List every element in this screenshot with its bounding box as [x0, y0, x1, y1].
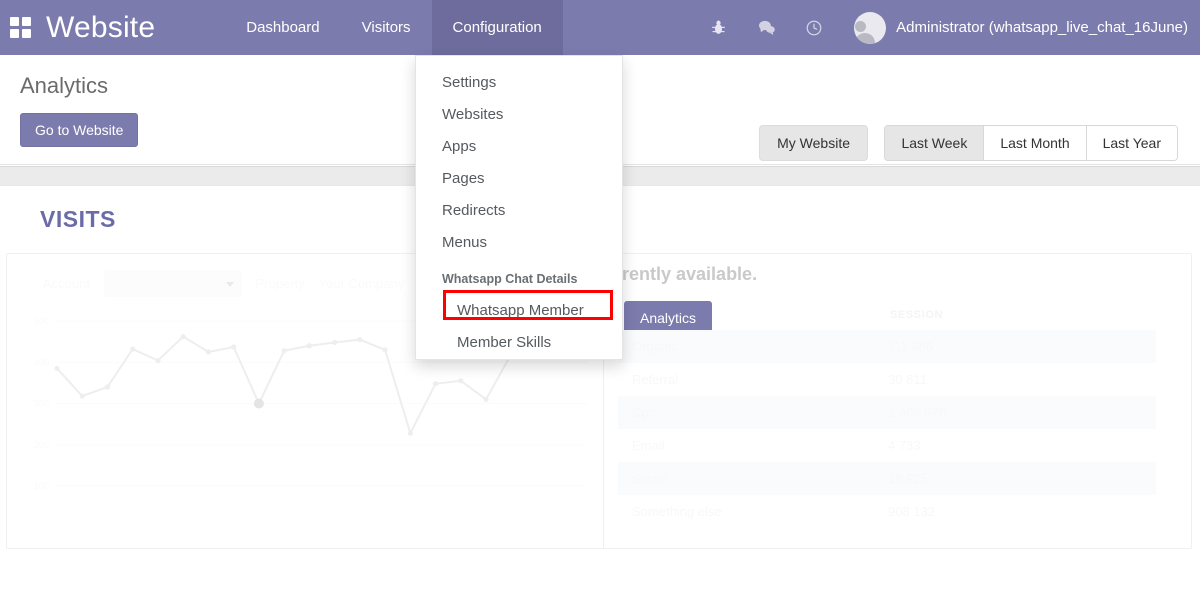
avatar[interactable] [854, 11, 887, 44]
chart-data-point [332, 339, 338, 346]
menu-item-whatsapp-member[interactable]: Whatsapp Member [416, 294, 622, 326]
period-last-year[interactable]: Last Year [1086, 126, 1177, 160]
menu-item-pages[interactable]: Pages [416, 162, 622, 194]
chart-data-point [382, 347, 388, 353]
period-selector: Last Week Last Month Last Year [884, 125, 1178, 161]
source-name: Social [632, 471, 668, 486]
main-nav-tabs: Dashboard Visitors Configuration [225, 0, 563, 55]
visits-section-title: VISITS [40, 206, 116, 232]
property-value: Your Company [318, 276, 405, 291]
source-name: Organic [632, 339, 678, 354]
traffic-sources-table: Organic 111 986 Referral 30 811 Cpc 1 409 876… [618, 330, 1156, 528]
nav-tab-dashboard[interactable]: Dashboard [225, 0, 340, 55]
chart-data-point [79, 393, 85, 399]
session-column-header: SESSION [890, 309, 944, 321]
property-label: Property [255, 276, 305, 291]
chevron-down-icon [225, 282, 234, 287]
chart-ytick-label: 300 [34, 399, 49, 409]
menu-item-menus[interactable]: Menus [416, 226, 622, 258]
source-session-value: 30 811 [888, 372, 927, 387]
nav-tab-configuration[interactable]: Configuration [431, 0, 563, 55]
source-name: Email [632, 438, 665, 453]
menu-item-websites[interactable]: Websites [416, 98, 622, 130]
chart-data-point [205, 349, 212, 355]
source-session-value: 111 986 [888, 339, 934, 354]
chart-data-point [231, 344, 237, 350]
avatar-head [854, 20, 866, 32]
chart-data-point [432, 381, 439, 387]
source-name: Something else [632, 504, 722, 519]
nav-tab-visitors[interactable]: Visitors [341, 0, 432, 55]
period-last-week[interactable]: Last Week [885, 126, 985, 160]
chart-data-point [104, 384, 111, 390]
bug-icon[interactable] [701, 11, 735, 45]
chart-data-point [281, 348, 287, 354]
chat-icon[interactable] [749, 11, 783, 45]
source-session-value: 4 733 [888, 438, 921, 453]
ga-controls-row: Account bluecompany.com Property Your Co… [43, 270, 404, 297]
menu-section-whatsapp-chat-details: Whatsapp Chat Details [442, 272, 578, 286]
chart-ytick-label: 200 [34, 440, 49, 450]
source-name: Referral [632, 372, 679, 387]
page-title: Analytics [20, 73, 109, 98]
traffic-sources-panel: rently available. Analytics SESSION Orga… [604, 254, 1191, 548]
chart-ytick-label: 100 [34, 481, 49, 491]
chart-data-point [357, 336, 363, 343]
navbar-right-cluster: Administrator (whatsapp_live_chat_16June… [694, 0, 1200, 55]
apps-grid-cell [22, 28, 31, 38]
chart-data-point [483, 396, 489, 402]
table-row[interactable]: Organic 111 986 [618, 330, 1156, 363]
top-navbar: Website Dashboard Visitors Configuration [0, 0, 1200, 55]
chart-data-point [458, 378, 464, 384]
account-select-value: bluecompany.com [113, 276, 219, 291]
unavailable-message: rently available. [622, 264, 758, 284]
table-row[interactable]: Cpc 1 409 876 [618, 396, 1156, 429]
menu-item-apps[interactable]: Apps [416, 130, 622, 162]
menu-item-member-skills[interactable]: Member Skills [416, 326, 622, 358]
table-row[interactable]: Social 18 925 [618, 462, 1156, 495]
chart-data-point [54, 365, 60, 372]
brand-title[interactable]: Website [46, 11, 155, 45]
go-to-website-button[interactable]: Go to Website [20, 113, 139, 147]
avatar-body [854, 32, 875, 44]
chart-data-point [155, 358, 161, 364]
chart-data-point [180, 334, 186, 340]
user-menu-label[interactable]: Administrator (whatsapp_live_chat_16June… [896, 19, 1188, 36]
configuration-dropdown-menu: Settings Websites Apps Pages Redirects M… [415, 55, 623, 360]
table-row[interactable]: Referral 30 811 [618, 363, 1156, 396]
clock-icon[interactable] [797, 11, 831, 45]
chart-data-point [407, 430, 413, 436]
menu-item-settings[interactable]: Settings [416, 66, 622, 98]
source-session-value: 1 409 876 [888, 405, 946, 420]
source-session-value: 18 925 [888, 471, 928, 486]
chart-data-point [130, 346, 136, 352]
chart-data-point [306, 343, 312, 349]
apps-grid-cell [10, 16, 19, 26]
menu-item-redirects[interactable]: Redirects [416, 194, 622, 226]
chart-data-point [253, 398, 264, 409]
source-name: Cpc [632, 405, 656, 420]
apps-grid-cell [10, 28, 19, 38]
account-select[interactable]: bluecompany.com [103, 270, 242, 297]
source-session-value: 908 132 [888, 504, 935, 519]
apps-grid-cell [22, 16, 31, 26]
table-row[interactable]: Something else 908 132 [618, 495, 1156, 528]
my-website-button[interactable]: My Website [759, 125, 868, 161]
apps-grid-icon[interactable] [10, 16, 32, 39]
chart-ytick-label: 500 [34, 316, 49, 326]
account-label: Account [43, 276, 90, 291]
chart-ytick-label: 400 [34, 357, 49, 367]
period-last-month[interactable]: Last Month [984, 126, 1087, 160]
table-row[interactable]: Email 4 733 [618, 429, 1156, 462]
